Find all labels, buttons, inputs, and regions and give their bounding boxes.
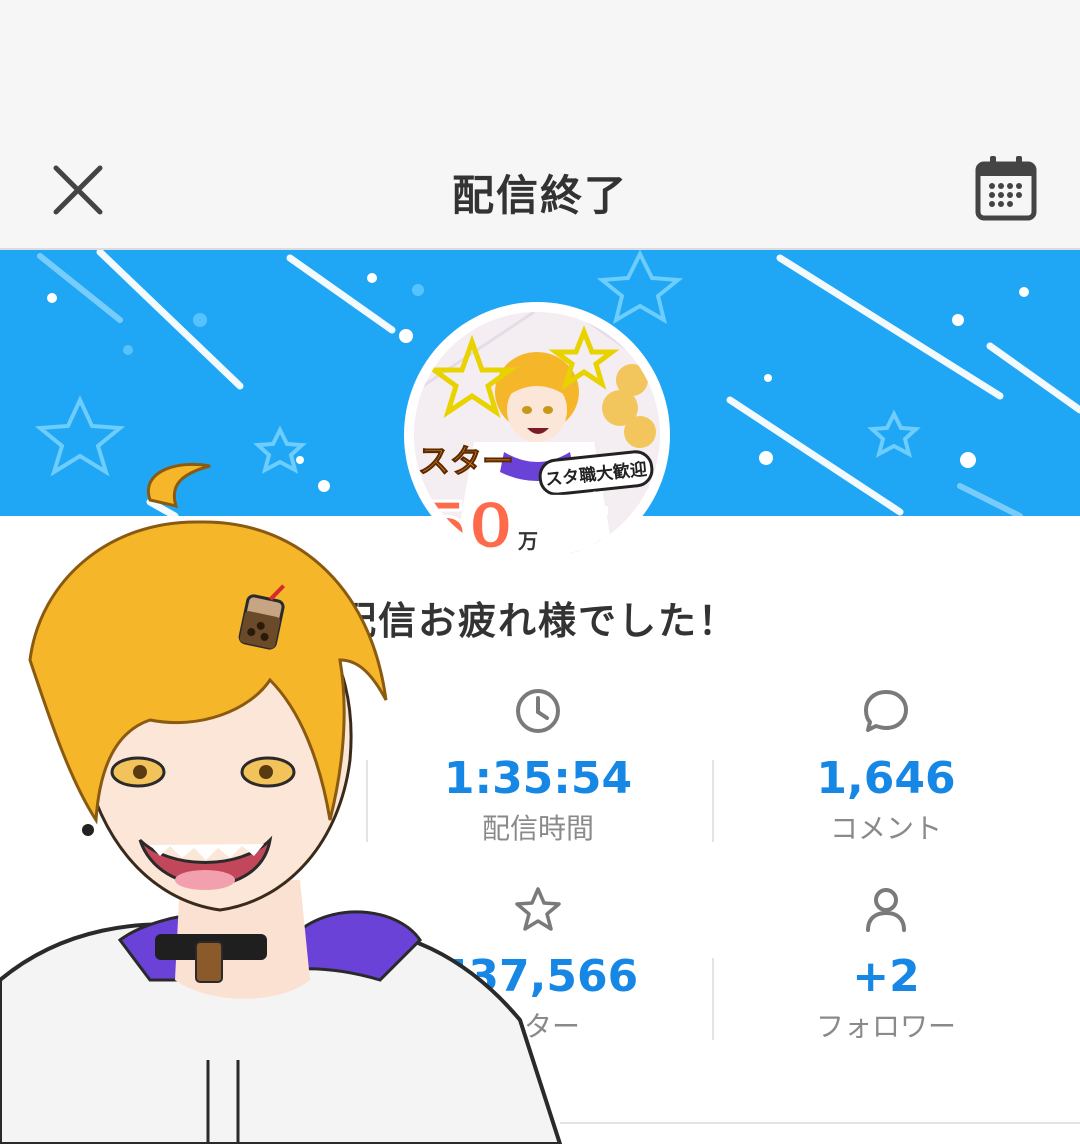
stat-followers: +2 フォロワー [712, 884, 1060, 1044]
stat-comments: 1,646 コメント [712, 686, 1060, 846]
calendar-button[interactable] [970, 152, 1042, 224]
comment-icon [864, 690, 908, 732]
page-title: 配信終了 [451, 171, 628, 220]
section-divider [560, 1122, 1080, 1124]
stat-divider-right [712, 760, 714, 842]
stat-followers-value: +2 [852, 951, 920, 1002]
stat-comments-value: 1,646 [816, 753, 956, 804]
person-icon [866, 888, 906, 932]
character-illustration [0, 460, 600, 1146]
stat-followers-label: フォロワー [815, 1010, 956, 1043]
status-bar-area [0, 0, 1080, 128]
calendar-icon [975, 156, 1037, 221]
stat-comments-label: コメント [829, 812, 942, 845]
top-bar: 配信終了 [0, 128, 1080, 250]
stat-divider-bottom-right [712, 958, 714, 1040]
character-art [0, 462, 563, 1146]
